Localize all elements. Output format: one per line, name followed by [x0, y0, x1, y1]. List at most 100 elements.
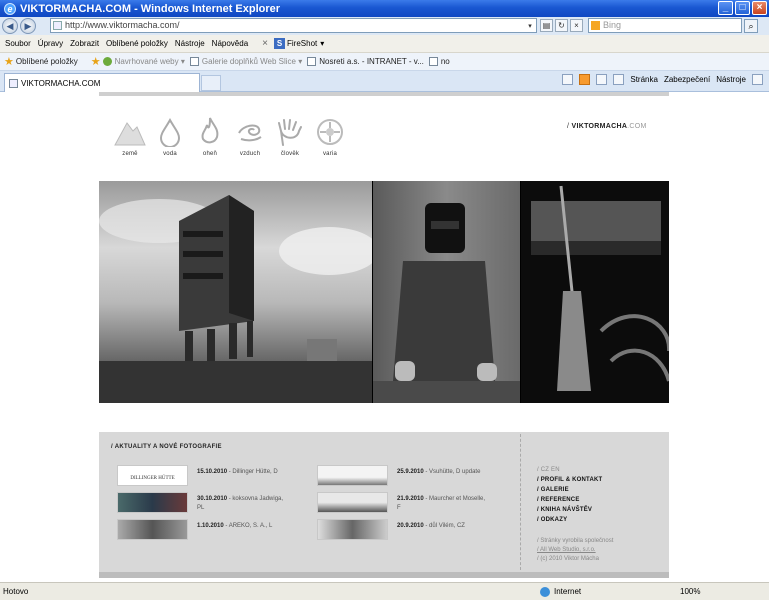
new-tab-button[interactable]: [201, 75, 221, 91]
forward-button[interactable]: ▶: [20, 18, 36, 34]
news-date: 25.9.2010: [397, 469, 424, 475]
mail-icon[interactable]: [596, 74, 608, 85]
nav-ohen[interactable]: oheň: [190, 117, 230, 157]
news-item[interactable]: 20.9.2010 - důl Vilém, CZ: [317, 519, 487, 540]
building-illustration: [99, 195, 379, 403]
close-button[interactable]: ×: [752, 1, 767, 15]
fav-suggested[interactable]: Navrhované weby ▾: [102, 57, 185, 66]
zoom-level[interactable]: 100%: [680, 587, 700, 596]
welder-illustration: [373, 203, 520, 403]
photo-industrial-building[interactable]: [99, 181, 379, 403]
tool-security[interactable]: Zabezpečení: [664, 75, 710, 84]
url-dropdown-icon[interactable]: ▾: [525, 20, 535, 31]
menu-oblibene[interactable]: Oblíbené položky: [106, 39, 168, 48]
maximize-button[interactable]: □: [735, 1, 750, 15]
photo-welder[interactable]: [373, 181, 520, 403]
fav-intranet[interactable]: Nosreti a.s. - INTRANET - v...: [307, 57, 424, 66]
nav-zeme[interactable]: země: [110, 117, 150, 157]
fav-icon: [189, 57, 199, 66]
rss-icon[interactable]: [579, 74, 591, 85]
hero-gallery: [99, 181, 669, 403]
print-icon[interactable]: [613, 74, 625, 85]
close-toolbar-icon[interactable]: ×: [262, 38, 268, 49]
news-title: - důl Vilém, CZ: [425, 523, 465, 529]
star-icon[interactable]: ★: [4, 55, 14, 68]
nav-varia[interactable]: varia: [310, 117, 350, 157]
fav-webslice[interactable]: Galerie doplňků Web Slice ▾: [189, 57, 302, 66]
status-bar: Hotovo Internet 100%: [0, 582, 769, 600]
favorites-button[interactable]: Oblíbené položky: [16, 57, 78, 66]
site-links: / CZ EN / PROFIL & KONTAKT / GALERIE / R…: [537, 465, 613, 564]
nav-voda[interactable]: voda: [150, 117, 190, 157]
stop-icon[interactable]: ×: [570, 19, 583, 32]
menu-soubor[interactable]: Soubor: [5, 39, 31, 48]
add-favorite-icon[interactable]: ★: [91, 55, 101, 68]
fireshot-button[interactable]: S FireShot ▾: [274, 38, 324, 49]
page-viewport: země voda oheň vzduch člověk varia / VIK…: [0, 92, 769, 582]
news-text: 15.10.2010 - Dillinger Hütte, D: [197, 468, 287, 486]
news-title: - Dillinger Hütte, D: [228, 469, 278, 475]
refresh-icon[interactable]: ↻: [555, 19, 568, 32]
link-odkazy[interactable]: / ODKAZY: [537, 515, 613, 525]
news-heading: / AKTUALITY A NOVÉ FOTOGRAFIE: [111, 444, 222, 450]
photo-broom-machinery[interactable]: [521, 181, 669, 403]
tool-page[interactable]: Stránka: [630, 75, 658, 84]
status-text: Hotovo: [3, 587, 29, 596]
link-profil[interactable]: / PROFIL & KONTAKT: [537, 475, 613, 485]
news-date: 20.9.2010: [397, 523, 424, 529]
nav-label: voda: [163, 151, 177, 157]
news-date: 15.10.2010: [197, 469, 228, 475]
fav-icon: [428, 57, 438, 66]
minimize-button[interactable]: _: [718, 1, 733, 15]
news-item[interactable]: 30.10.2010 - koksovna Jadwiga, PL: [117, 492, 287, 513]
fav-no[interactable]: no: [428, 57, 450, 66]
fireshot-label: FireShot: [287, 39, 318, 48]
news-item[interactable]: 1.10.2010 - AREKO, S. A., L: [117, 519, 287, 540]
nav-label: vzduch: [239, 151, 261, 157]
news-thumbnail: [117, 492, 188, 513]
news-item[interactable]: DILLINGER HÜTTE 15.10.2010 - Dillinger H…: [117, 465, 287, 486]
back-button[interactable]: ◀: [2, 18, 18, 34]
menu-upravy[interactable]: Úpravy: [38, 39, 63, 48]
tab-viktormacha[interactable]: VIKTORMACHA.COM: [4, 73, 200, 92]
nav-clovek[interactable]: člověk: [270, 117, 310, 157]
news-item[interactable]: 21.9.2010 - Maurcher et Moselle, F: [317, 492, 487, 513]
footer-credit: / Stránky vyrobila společnost: [537, 538, 614, 544]
link-kniha[interactable]: / KNIHA NÁVŠTĚV: [537, 505, 613, 515]
top-divider: [99, 92, 669, 96]
news-thumbnail: [317, 465, 388, 486]
fav-label: no: [440, 57, 450, 66]
news-thumbnail: DILLINGER HÜTTE: [117, 465, 188, 486]
flame-icon: [201, 117, 219, 144]
water-drop-icon: [159, 117, 181, 147]
footer-studio-link[interactable]: / All Web Studio, s.r.o.: [537, 546, 613, 555]
search-placeholder: Bing: [603, 20, 622, 30]
news-title: - Vsuhütte, D update: [425, 469, 481, 475]
help-icon[interactable]: [752, 74, 763, 85]
news-text: 20.9.2010 - důl Vilém, CZ: [397, 522, 487, 540]
security-zone[interactable]: Internet: [540, 586, 670, 597]
fav-icon: [307, 57, 317, 66]
search-button[interactable]: ⌕: [744, 19, 758, 33]
flower-icon: [317, 119, 343, 145]
chevron-down-icon: ▾: [320, 39, 325, 48]
news-text: 25.9.2010 - Vsuhütte, D update: [397, 468, 487, 486]
machinery-illustration: [531, 185, 669, 391]
news-date: 30.10.2010: [197, 496, 228, 502]
search-input[interactable]: Bing: [588, 18, 742, 33]
news-item[interactable]: 25.9.2010 - Vsuhütte, D update: [317, 465, 487, 486]
menu-napoveda[interactable]: Nápověda: [212, 39, 248, 48]
tool-tools[interactable]: Nástroje: [716, 75, 746, 84]
site-logo[interactable]: / VIKTORMACHA.COM: [567, 123, 647, 130]
compatibility-icon[interactable]: ▤: [540, 19, 553, 32]
home-icon[interactable]: [562, 74, 574, 85]
menu-zobrazit[interactable]: Zobrazit: [70, 39, 99, 48]
link-reference[interactable]: / REFERENCE: [537, 495, 613, 505]
link-galerie[interactable]: / GALERIE: [537, 485, 613, 495]
menu-nastroje[interactable]: Nástroje: [175, 39, 205, 48]
fav-icon: [102, 57, 112, 66]
url-input[interactable]: http://www.viktormacha.com/ ▾: [50, 18, 537, 33]
nav-vzduch[interactable]: vzduch: [230, 117, 270, 157]
language-switch[interactable]: / CZ EN: [537, 465, 613, 475]
footer-copyright: / (c) 2010 Viktor Mácha: [537, 556, 599, 562]
